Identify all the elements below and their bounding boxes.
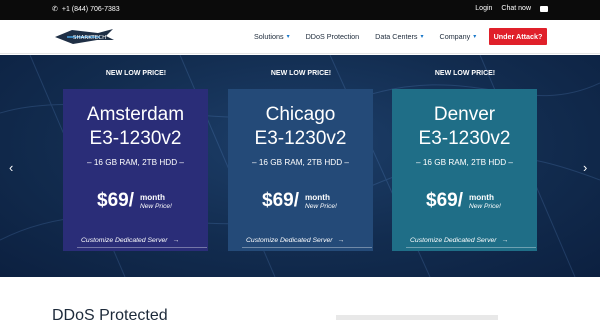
nav-solutions-label: Solutions [254,32,284,41]
card-price: $69/ [97,190,134,211]
carousel-next-icon[interactable]: › [583,160,587,175]
card-model: E3-1230v2 [254,128,347,149]
card-model: E3-1230v2 [89,128,182,149]
hero-carousel: NEW LOW PRICE! NEW LOW PRICE! NEW LOW PR… [0,55,600,277]
customize-server-link[interactable]: Customize Dedicated Server → [77,237,207,248]
card-note: New Price! [305,203,337,210]
new-low-price-badge: NEW LOW PRICE! [105,70,167,77]
section-image [336,315,498,320]
chevron-down-icon: ▾ [473,34,477,40]
card-specs: – 16 GB RAM, 2TB HDD – [416,158,513,167]
under-attack-button[interactable]: Under Attack? [489,28,547,45]
card-note: New Price! [469,203,501,210]
cta-label: Customize Dedicated Server [410,237,497,244]
customize-server-link[interactable]: Customize Dedicated Server → [406,237,536,248]
top-links: Login Chat now [475,5,548,12]
login-link[interactable]: Login [475,5,492,12]
new-low-price-badge: NEW LOW PRICE! [434,70,496,77]
card-period: month [469,193,495,202]
nav-data-centers-label: Data Centers [375,32,418,41]
nav-ddos-protection[interactable]: DDoS Protection [306,32,360,41]
card-period: month [140,193,166,202]
card-specs: – 16 GB RAM, 2TB HDD – [252,158,349,167]
server-card-chicago: Chicago E3-1230v2 – 16 GB RAM, 2TB HDD –… [228,89,373,251]
nav-company[interactable]: Company ▾ [440,32,477,41]
card-price: $69/ [426,190,463,211]
sharktech-logo[interactable]: SHARKTECH [54,25,116,49]
server-card-amsterdam: Amsterdam E3-1230v2 – 16 GB RAM, 2TB HDD… [63,89,208,251]
chevron-down-icon: ▾ [286,34,290,40]
nav-menu: Solutions ▾ DDoS Protection Data Centers ▾… [254,32,492,41]
card-model: E3-1230v2 [418,128,511,149]
chat-icon[interactable] [540,5,548,12]
chevron-down-icon: ▾ [420,34,424,40]
cta-underline [242,247,372,248]
arrow-right-icon: → [501,237,509,244]
chat-link[interactable]: Chat now [501,5,531,12]
top-bar: ✆ +1 (844) 706-7383 Login Chat now [0,0,600,20]
card-city: Denver [433,104,496,125]
nav-company-label: Company [439,32,471,41]
arrow-right-icon: → [172,237,180,244]
card-city: Chicago [265,104,336,125]
carousel-prev-icon[interactable]: ‹ [9,160,13,175]
phone-number: +1 (844) 706-7383 [61,5,120,13]
server-card-denver: Denver E3-1230v2 – 16 GB RAM, 2TB HDD – … [392,89,537,251]
card-city: Amsterdam [86,104,185,125]
main-navigation: SHARKTECH Solutions ▾ DDoS Protection Dat… [0,20,600,54]
logo-text: SHARKTECH [73,35,106,41]
phone-contact[interactable]: ✆ +1 (844) 706-7383 [52,5,120,14]
card-specs: – 16 GB RAM, 2TB HDD – [87,158,184,167]
nav-ddos-label: DDoS Protection [305,32,360,41]
new-low-price-badge: NEW LOW PRICE! [270,70,332,77]
nav-data-centers[interactable]: Data Centers ▾ [375,32,423,41]
card-note: New Price! [140,203,172,210]
card-period: month [305,193,331,202]
arrow-right-icon: → [337,237,345,244]
nav-solutions[interactable]: Solutions ▾ [254,32,290,41]
cta-label: Customize Dedicated Server [81,237,168,244]
phone-icon: ✆ [52,6,58,13]
card-price: $69/ [262,190,299,211]
customize-server-link[interactable]: Customize Dedicated Server → [242,237,372,248]
cta-label: Customize Dedicated Server [246,237,333,244]
cta-underline [406,247,536,248]
cta-underline [77,247,207,248]
section-heading: DDoS Protected [52,307,168,324]
